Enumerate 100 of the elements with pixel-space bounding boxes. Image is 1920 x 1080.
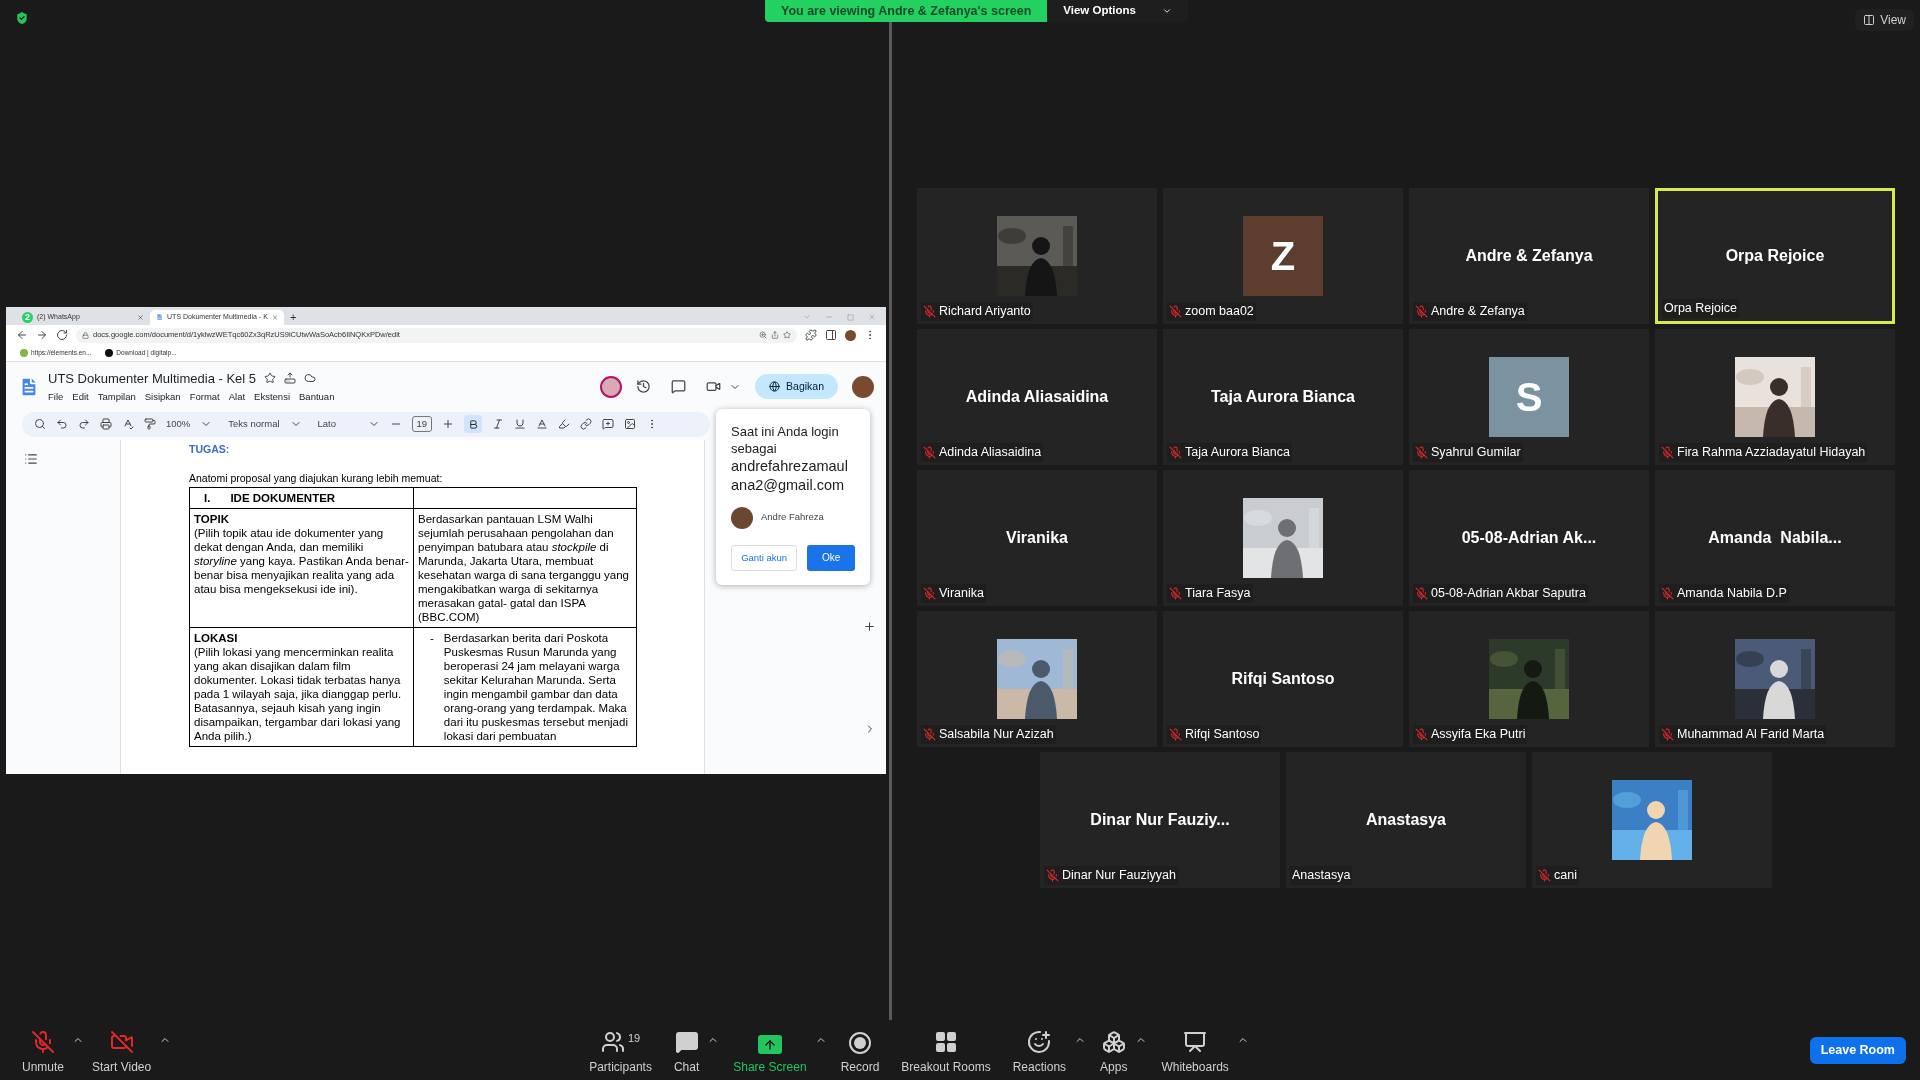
account-name: Andre Fahreza xyxy=(761,510,824,525)
side-panel-icon[interactable] xyxy=(825,329,837,341)
section-title: IDE DOKUMENTER xyxy=(230,491,336,505)
participant-label: Richard Ariyanto xyxy=(939,303,1031,321)
row-title: LOKASI xyxy=(194,631,239,645)
switch-account-button[interactable]: Ganti akun xyxy=(731,544,798,571)
document-text: Anatomi proposal yang diajukan kurang lebih memuat: xyxy=(189,471,444,487)
participant-label: Viranika xyxy=(939,585,984,603)
highlighter-icon[interactable] xyxy=(558,418,571,430)
leaf-icon xyxy=(20,349,28,357)
italic-icon[interactable] xyxy=(492,418,505,430)
participant-label: Muhammad Al Farid Marta xyxy=(1677,726,1825,744)
participant-label: Assyifa Eka Putri xyxy=(1431,726,1526,744)
cloud-icon[interactable] xyxy=(304,372,317,385)
meeting-control[interactable]: Start Video xyxy=(84,1024,160,1076)
caret-icon xyxy=(1161,6,1172,16)
reload-icon[interactable] xyxy=(56,329,68,341)
back-icon[interactable] xyxy=(16,329,28,341)
add-comment-icon[interactable] xyxy=(602,418,615,430)
text-color-icon[interactable] xyxy=(536,418,549,430)
font-dropdown[interactable]: Lato xyxy=(317,416,358,432)
spellcheck-icon[interactable] xyxy=(122,418,134,430)
participant-label: zoom baa02 xyxy=(1185,303,1254,321)
undo-icon[interactable] xyxy=(56,418,68,430)
view-button[interactable]: View xyxy=(1855,9,1914,31)
new-tab-button[interactable]: + xyxy=(284,309,303,325)
menu-item[interactable]: File xyxy=(48,390,64,405)
meeting-control[interactable]: Chat xyxy=(665,1024,708,1076)
share-button[interactable]: Bagikan xyxy=(755,374,838,399)
meeting-control[interactable]: Record xyxy=(832,1024,888,1076)
participant-label: Andre & Zefanya xyxy=(1431,303,1525,321)
link-icon[interactable] xyxy=(580,418,593,430)
section-number: I. xyxy=(204,491,211,505)
profile-avatar[interactable] xyxy=(852,375,874,398)
participant-name: Orpa Rejoice xyxy=(1725,246,1825,266)
meeting-control[interactable]: Whiteboards xyxy=(1153,1024,1237,1076)
close-icon[interactable] xyxy=(137,313,144,321)
ok-button[interactable]: Oke xyxy=(807,544,855,571)
menu-item[interactable]: Bantuan xyxy=(299,390,335,405)
style-dropdown[interactable]: Teks normal xyxy=(228,416,280,432)
bold-icon xyxy=(467,418,479,430)
globe-icon xyxy=(769,381,781,392)
row-title: TOPIK xyxy=(194,512,230,526)
participant-name: Andre & Zefanya xyxy=(1465,246,1593,266)
account-email: andrefahrezamaulana2@gmail.com xyxy=(731,456,849,495)
collaborator-avatar[interactable] xyxy=(600,375,623,398)
profile-avatar[interactable] xyxy=(845,329,856,341)
participant-label: Salsabila Nur Azizah xyxy=(939,726,1054,744)
menu-item[interactable]: Edit xyxy=(72,390,89,405)
image-icon[interactable] xyxy=(624,418,637,430)
record-icon xyxy=(849,1032,871,1054)
meeting-control[interactable]: Share Screen xyxy=(725,1024,815,1076)
document-icon xyxy=(156,313,164,321)
forward-icon[interactable] xyxy=(36,329,48,341)
view-options-button[interactable]: View Options xyxy=(1047,0,1188,22)
zoom-dropdown[interactable]: 100% xyxy=(166,416,191,432)
participant-name: Viranika xyxy=(1006,528,1068,548)
plus-icon[interactable] xyxy=(442,418,455,430)
chat-icon xyxy=(674,1030,699,1054)
meeting-control[interactable]: Unmute xyxy=(14,1024,73,1076)
search-icon[interactable] xyxy=(34,418,46,430)
menu-item[interactable]: Ekstensi xyxy=(254,390,290,405)
meeting-control[interactable]: 19 Participants xyxy=(581,1024,660,1076)
print-icon[interactable] xyxy=(100,418,112,430)
leave-button[interactable]: Leave Room xyxy=(1809,1036,1906,1064)
meeting-control[interactable]: Apps xyxy=(1092,1024,1136,1076)
comment-icon[interactable] xyxy=(671,379,687,394)
redo-icon[interactable] xyxy=(78,418,90,430)
cell-text: Berdasarkan berita dari Poskota Puskesmas Rusun Marunda yang beroperasi 24 jam melayani warga sekitar Kelurahan Marunda. Serta ingin mengambil gambar dan data orang-orang yang terdampak. Maka dari itu puskesmas tersebut menjadi lokasi dari pembuatan xyxy=(443,631,629,743)
participant-label: Tiara Fasya xyxy=(1185,585,1251,603)
account-avatar xyxy=(731,506,753,529)
bold-button[interactable] xyxy=(464,415,483,433)
gallery-view-icon xyxy=(1863,14,1876,26)
camera-icon[interactable] xyxy=(706,379,722,394)
participant-name: 05-08-Adrian Ak... xyxy=(1461,528,1597,548)
outline-icon[interactable] xyxy=(24,451,38,466)
star-icon[interactable] xyxy=(264,372,277,385)
history-icon[interactable] xyxy=(636,379,652,394)
move-icon[interactable] xyxy=(284,372,297,385)
underline-icon[interactable] xyxy=(514,418,527,430)
whiteboard-icon xyxy=(1183,1030,1208,1054)
participant-label: 05-08-Adrian Akbar Saputra xyxy=(1431,585,1586,603)
notification-badge: 2 xyxy=(22,311,33,323)
row-description: (Pilih lokasi yang mencerminkan realita yang akan disajikan dalam film dokumenter. Lokasi tidak terbatas hanya pada 1 wilayah saja, jika dianggap perlu. Batasannya, sejauh kisah yang ingin disampaikan, tergambar dari lokasi yang Anda pilih.) xyxy=(194,645,403,743)
meeting-control[interactable]: Breakout Rooms xyxy=(893,1024,999,1076)
cell-text: Berdasarkan pantauan LSM Walhi sejumlah perusahaan pengolahan dan penyimpan batubara atau stockpile di Marunda, Jakarta Utara, membuat kesehatan warga di sana terganggu yang mengakibatkan warga di sekitarnya merasakan gatal- gatal dan ISPA (BBC.COM) xyxy=(418,512,630,624)
menu-item[interactable]: Tampilan xyxy=(97,390,136,405)
shield-icon[interactable] xyxy=(14,10,30,26)
add-icon[interactable] xyxy=(863,619,876,633)
menu-item[interactable]: Alat xyxy=(228,390,246,405)
smiley-icon xyxy=(1027,1030,1052,1054)
document-title[interactable]: UTS Dokumenter Multimedia - Kel 5 xyxy=(48,368,257,389)
menu-item[interactable]: Format xyxy=(189,390,220,405)
font-size-field[interactable]: 19 xyxy=(411,415,433,433)
participant-label: Fira Rahma Azziadayatul Hidayah xyxy=(1677,444,1866,462)
participant-name: Rifqi Santoso xyxy=(1231,669,1335,689)
menu-item[interactable]: Sisipkan xyxy=(144,390,181,405)
paint-format-icon[interactable] xyxy=(144,418,156,430)
meeting-control[interactable]: Reactions xyxy=(1004,1024,1075,1076)
extensions-icon[interactable] xyxy=(805,329,817,341)
